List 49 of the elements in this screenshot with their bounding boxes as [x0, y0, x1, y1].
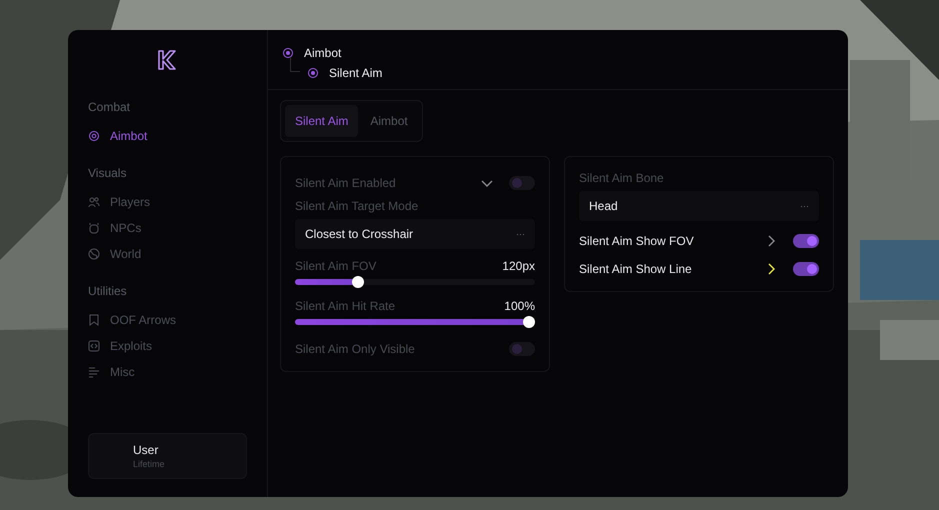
dropdown-field[interactable]: Closest to Crosshair ··· [295, 219, 535, 249]
slider-track[interactable] [295, 316, 535, 328]
user-plan: Lifetime [133, 459, 166, 469]
breadcrumb-item[interactable]: Aimbot [304, 46, 342, 60]
section-heading: Combat [88, 100, 132, 114]
breadcrumb-item[interactable]: Silent Aim [329, 66, 382, 80]
toggle-switch[interactable] [793, 234, 819, 248]
code-icon [88, 340, 100, 352]
more-icon[interactable]: ··· [800, 201, 809, 211]
user-card[interactable]: User Lifetime [88, 433, 247, 479]
slider-value: 100% [504, 299, 535, 313]
globe-icon [88, 248, 100, 260]
toggle-switch[interactable] [509, 342, 535, 356]
bot-icon [88, 222, 100, 234]
sidebar-item[interactable]: Players [88, 194, 247, 210]
users-icon [88, 196, 100, 208]
bookmark-icon [88, 314, 100, 326]
sidebar-item[interactable]: Misc [88, 364, 247, 380]
setting-label: Silent Aim Only Visible [295, 342, 416, 356]
sidebar-item[interactable]: World [88, 246, 247, 262]
slider-value: 120px [502, 259, 535, 273]
user-name: User [133, 443, 160, 457]
toggle-switch[interactable] [793, 262, 819, 276]
toggle-switch[interactable] [509, 176, 535, 190]
section-heading: Visuals [88, 166, 128, 180]
setting-label: Silent Aim Enabled [295, 176, 397, 190]
target-icon [307, 67, 319, 79]
sidebar-item[interactable]: Aimbot [88, 128, 247, 144]
setting-label: Silent Aim FOV [295, 259, 378, 273]
slider-thumb[interactable] [523, 316, 535, 328]
section-heading: Utilities [88, 284, 128, 298]
target-icon [88, 130, 100, 142]
setting-label: Silent Aim Hit Rate [295, 299, 396, 313]
sidebar-item[interactable]: NPCs [88, 220, 247, 236]
setting-label: Silent Aim Bone [579, 171, 665, 185]
tab[interactable]: Silent Aim [285, 105, 358, 137]
target-icon [282, 47, 294, 59]
dropdown-field[interactable]: Head ··· [579, 191, 819, 221]
setting-label: Silent Aim Show FOV [579, 234, 695, 248]
sidebar-item[interactable]: OOF Arrows [88, 312, 247, 328]
list-icon [88, 366, 100, 378]
more-icon[interactable]: ··· [516, 229, 525, 239]
sidebar-item[interactable]: Exploits [88, 338, 247, 354]
slider-thumb[interactable] [352, 276, 364, 288]
setting-label: Silent Aim Show Line [579, 262, 693, 276]
slider-track[interactable] [295, 276, 535, 288]
logo-icon [156, 50, 178, 70]
tab[interactable]: Aimbot [360, 105, 418, 137]
setting-label: Silent Aim Target Mode [295, 199, 420, 213]
